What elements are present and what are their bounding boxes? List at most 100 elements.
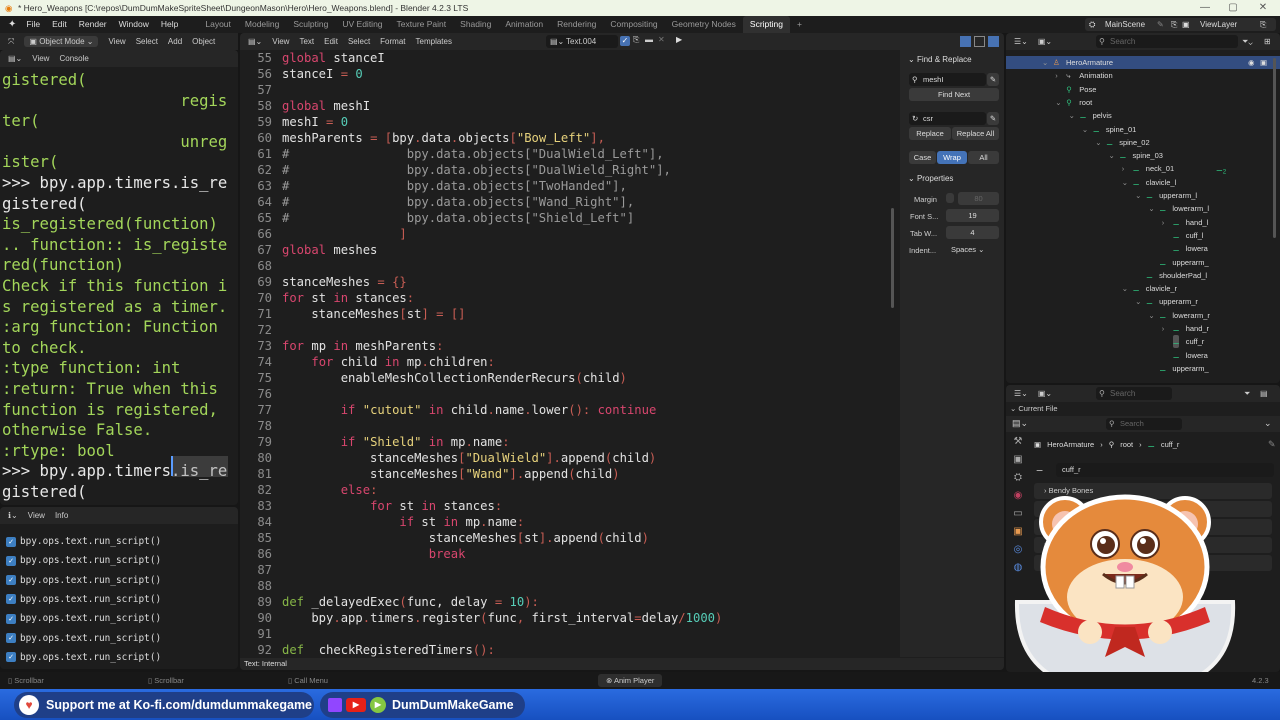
console-menu-view[interactable]: View xyxy=(32,54,49,63)
workspace-tab-shading[interactable]: Shading xyxy=(453,16,498,33)
menu-window[interactable]: Window xyxy=(113,16,155,33)
file-browser-type-icon[interactable]: ☰⌄ xyxy=(1014,389,1028,398)
outliner-item[interactable]: › ⚊ hand_r xyxy=(1006,322,1280,335)
file-search-input[interactable]: ⚲ Search xyxy=(1096,387,1172,400)
viewport-menu-object[interactable]: Object xyxy=(192,37,215,46)
text-editor-type-icon[interactable]: ▤⌄ xyxy=(248,37,262,46)
chevron-down-icon[interactable]: ⌄ xyxy=(1042,56,1048,69)
outliner-item[interactable]: › ⚊ neck_01 ⚊2 xyxy=(1006,162,1280,176)
archive-icon[interactable]: ▤ xyxy=(1260,389,1268,398)
close-window-button[interactable]: ✕ xyxy=(1248,0,1278,16)
workspace-tab-scripting[interactable]: Scripting xyxy=(742,16,790,33)
fake-user-icon[interactable]: ✓ xyxy=(620,36,630,46)
menu-help[interactable]: Help xyxy=(155,16,184,33)
workspace-tab-sculpting[interactable]: Sculpting xyxy=(286,16,335,33)
chevron-down-icon[interactable]: ⌄ xyxy=(1055,96,1061,109)
text-menu-edit[interactable]: Edit xyxy=(324,37,338,46)
viewport-menu-add[interactable]: Add xyxy=(168,37,182,46)
info-editor[interactable]: ℹ⌄ View Info ✓ bpy.ops.text.run_script() ✓… xyxy=(0,507,238,669)
info-report-row[interactable]: ✓ bpy.ops.text.run_script() xyxy=(6,652,161,663)
syntax-highlight-toggle-icon[interactable] xyxy=(988,36,999,47)
info-report-row[interactable]: ✓ bpy.ops.text.run_script() xyxy=(6,594,161,605)
pin-icon[interactable]: ✎ xyxy=(1268,439,1276,450)
new-collection-icon[interactable]: ⊞ xyxy=(1264,37,1271,46)
chevron-down-icon[interactable]: ⌄ xyxy=(1109,149,1115,162)
current-file-section[interactable]: ⌄ Current File xyxy=(1010,404,1058,413)
outliner[interactable]: ☰⌄ ▣⌄ ⚲ Search ⏷⌄ ⊞ ⌄ ♙ HeroArmature ◉ ▣ › ⤷ Ani… xyxy=(1006,33,1280,383)
chevron-down-icon[interactable]: ⌄ xyxy=(1135,295,1141,308)
chevron-down-icon[interactable]: ⌄ xyxy=(1095,136,1101,149)
transform-icon[interactable]: ⤧ xyxy=(8,37,14,47)
outliner-item[interactable]: ⌄ ⚊ upperarm_r xyxy=(1006,295,1280,308)
chevron-right-icon[interactable]: › xyxy=(1122,162,1125,175)
menu-edit[interactable]: Edit xyxy=(46,16,73,33)
viewport-menu-select[interactable]: Select xyxy=(136,37,158,46)
workspace-tab-rendering[interactable]: Rendering xyxy=(550,16,603,33)
add-workspace-button[interactable]: + xyxy=(790,16,809,33)
indent-dropdown[interactable]: Spaces ⌄ xyxy=(946,243,999,256)
chevron-right-icon[interactable]: › xyxy=(1162,322,1165,335)
workspace-tab-modeling[interactable]: Modeling xyxy=(238,16,287,33)
replace-button[interactable]: Replace xyxy=(909,127,951,140)
outliner-item[interactable]: ⌄ ⚊ lowerarm_l xyxy=(1006,202,1280,215)
menu-file[interactable]: File xyxy=(20,16,46,33)
info-editor-type-icon[interactable]: ℹ⌄ xyxy=(8,511,18,520)
outliner-item[interactable]: ⌄ ⚊ spine_02 xyxy=(1006,136,1280,149)
text-menu-text[interactable]: Text xyxy=(299,37,314,46)
workspace-tab-animation[interactable]: Animation xyxy=(498,16,550,33)
word-wrap-toggle-icon[interactable] xyxy=(974,36,985,47)
chevron-down-icon[interactable]: ⌄ xyxy=(1148,309,1154,322)
replace-eyedropper-button[interactable]: ✎ xyxy=(987,112,999,125)
outliner-item[interactable]: ⌄ ⚊ lowerarm_r xyxy=(1006,309,1280,322)
margin-checkbox[interactable] xyxy=(946,193,954,203)
info-report-row[interactable]: ✓ bpy.ops.text.run_script() xyxy=(6,575,161,586)
tab-width-field[interactable]: 4 xyxy=(946,226,999,239)
outliner-item[interactable]: ⌄ ⚊ spine_03 xyxy=(1006,149,1280,162)
new-scene-icon[interactable]: ⎘ xyxy=(1171,18,1177,31)
text-menu-view[interactable]: View xyxy=(272,37,289,46)
outliner-item[interactable]: ⌄ ⚊ clavicle_l xyxy=(1006,176,1280,189)
text-menu-format[interactable]: Format xyxy=(380,37,405,46)
outliner-item[interactable]: ⌄ ⚲ root xyxy=(1006,96,1280,109)
workspace-tab-geometry-nodes[interactable]: Geometry Nodes xyxy=(665,16,743,33)
chevron-down-icon[interactable]: ⌄ xyxy=(1122,176,1128,189)
outliner-item[interactable]: ⚲ Pose xyxy=(1006,83,1280,96)
chevron-down-icon[interactable]: ⌄ xyxy=(1135,189,1141,202)
outliner-item[interactable]: ⚊ lowera xyxy=(1006,242,1280,255)
text-editor[interactable]: ▤⌄ View Text Edit Select Format Template… xyxy=(240,33,1004,670)
workspace-tab-uv-editing[interactable]: UV Editing xyxy=(335,16,389,33)
outliner-item[interactable]: ⌄ ⚊ pelvis xyxy=(1006,109,1280,122)
outliner-item[interactable]: ⌄ ⚊ clavicle_r xyxy=(1006,282,1280,295)
new-text-icon[interactable]: ⎘ xyxy=(633,35,639,45)
display-mode-icon[interactable]: ▣⌄ xyxy=(1038,37,1052,46)
text-menu-select[interactable]: Select xyxy=(348,37,370,46)
properties-search-input[interactable]: ⚲ Search xyxy=(1106,418,1182,430)
outliner-item[interactable]: › ⤷ Animation xyxy=(1006,69,1280,82)
view-layer-selector[interactable]: ▣ ViewLayer ⎘ xyxy=(1178,18,1276,31)
outliner-item[interactable]: ⌄ ⚊ spine_01 xyxy=(1006,123,1280,136)
line-numbers-toggle-icon[interactable] xyxy=(960,36,971,47)
outliner-scrollbar[interactable] xyxy=(1273,58,1276,238)
outliner-item[interactable]: ⚊ lowera xyxy=(1006,349,1280,362)
run-script-icon[interactable]: ▶ xyxy=(676,35,682,44)
font-size-field[interactable]: 19 xyxy=(946,209,999,222)
filter-icon[interactable]: ⏷⌄ xyxy=(1242,37,1253,47)
wrap-toggle[interactable]: Wrap xyxy=(937,151,967,164)
workspace-tab-layout[interactable]: Layout xyxy=(198,16,238,33)
info-report-row[interactable]: ✓ bpy.ops.text.run_script() xyxy=(6,555,161,566)
find-input[interactable]: ⚲ meshI xyxy=(909,73,986,86)
bone-name-field[interactable]: cuff_r xyxy=(1056,463,1274,477)
blender-menu-icon[interactable]: ✦ xyxy=(8,19,16,30)
outliner-item[interactable]: ⚊ upperarm_ xyxy=(1006,362,1280,375)
minimize-button[interactable]: — xyxy=(1190,0,1220,16)
info-report-row[interactable]: ✓ bpy.ops.text.run_script() xyxy=(6,633,161,644)
chevron-down-icon[interactable]: ⌄ xyxy=(1082,123,1088,136)
tool-tab-icon[interactable]: ⚒ xyxy=(1008,433,1028,451)
replace-all-button[interactable]: Replace All xyxy=(952,127,999,140)
unlink-text-icon[interactable]: ✕ xyxy=(658,35,665,44)
outliner-item[interactable]: ⚊ upperarm_ xyxy=(1006,256,1280,269)
properties-editor-type-icon[interactable]: ▤⌄ xyxy=(1012,418,1028,429)
pin-icon[interactable]: ✎ xyxy=(1157,18,1164,31)
menu-render[interactable]: Render xyxy=(73,16,113,33)
outliner-item[interactable]: ⚊ shoulderPad_l xyxy=(1006,269,1280,282)
